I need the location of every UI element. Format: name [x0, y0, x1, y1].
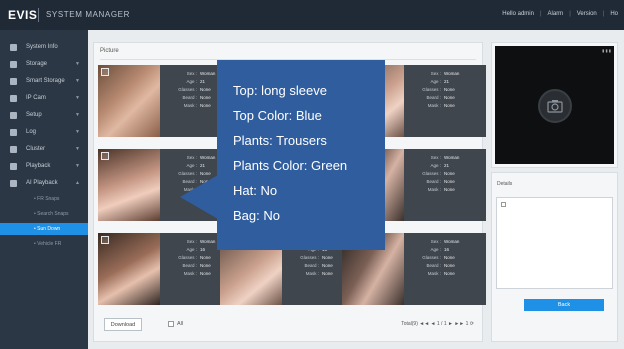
gear-icon: [10, 111, 17, 119]
sidebar-item-storage[interactable]: Storage ▼: [0, 57, 88, 71]
chevron-down-icon: ▼: [75, 129, 80, 135]
details-title: Details: [497, 181, 513, 187]
log-icon: [10, 128, 17, 136]
camera-icon: [538, 89, 572, 123]
callout-text: Top: long sleeve Top Color: Blue Plants:…: [233, 78, 347, 228]
attribute-list: Sex : Woman Age :21 Glasses : None Beard :…: [422, 155, 460, 192]
app-title: SYSTEM MANAGER: [46, 10, 130, 19]
sidebar-subitem-fr-snaps[interactable]: • FR Snaps: [0, 193, 88, 205]
sidebar-item-setup[interactable]: Setup ▼: [0, 108, 88, 122]
logo-divider: [38, 8, 39, 22]
app-window: EVIS SYSTEM MANAGER Hello admin | Alarm …: [0, 0, 624, 349]
card-checkbox[interactable]: [101, 68, 109, 76]
top-links: Hello admin | Alarm | Version | Ho: [502, 11, 618, 17]
chevron-down-icon: ▼: [75, 95, 80, 101]
callout-pants: Plants: Trousers: [233, 133, 327, 148]
info-icon: [10, 43, 17, 51]
home-link[interactable]: Ho: [610, 11, 618, 17]
video-controls[interactable]: ▮ ▮ ▮: [602, 48, 611, 53]
download-button[interactable]: Download: [104, 318, 142, 331]
chevron-up-icon: ▲: [75, 180, 80, 186]
sidebar-item-system-info[interactable]: System Info: [0, 40, 88, 54]
chevron-down-icon: ▼: [75, 163, 80, 169]
sidebar-subitem-search-snaps[interactable]: • Search Snaps: [0, 208, 88, 220]
panel-title: Picture: [100, 48, 119, 54]
ai-playback-icon: [10, 179, 17, 187]
user-menu-link[interactable]: Hello admin: [502, 11, 534, 17]
back-button[interactable]: Back: [524, 299, 604, 311]
sidebar-item-log[interactable]: Log ▼: [0, 125, 88, 139]
select-all-checkbox[interactable]: All: [168, 321, 183, 327]
callout-pointer: [180, 175, 218, 219]
playback-icon: [10, 162, 17, 170]
callout-bag: Bag: No: [233, 208, 280, 223]
video-preview-panel: ▮ ▮ ▮: [491, 42, 618, 168]
attribute-list: Sex : Woman Age :21 Glasses : None Beard :…: [422, 71, 460, 108]
callout-pants-color: Plants Color: Green: [233, 158, 348, 173]
chevron-down-icon: ▼: [75, 78, 80, 84]
cluster-icon: [10, 145, 17, 153]
chevron-down-icon: ▼: [75, 112, 80, 118]
attribute-callout: Top: long sleeve Top Color: Blue Plants:…: [217, 60, 385, 250]
sidebar-item-playback[interactable]: Playback ▼: [0, 159, 88, 173]
details-panel: Details Back: [491, 172, 618, 342]
checkbox-icon: [168, 321, 174, 327]
pagination[interactable]: Total(9) ◄◄ ◄ 1 / 1 ► ►► 1 ⟳: [401, 321, 474, 327]
sidebar-item-cluster[interactable]: Cluster ▼: [0, 142, 88, 156]
sidebar-item-smart-storage[interactable]: Smart Storage ▼: [0, 74, 88, 88]
callout-top-color: Top Color: Blue: [233, 108, 322, 123]
brand-logo: EVIS: [8, 8, 38, 22]
sidebar-subitem-vehicle-fr[interactable]: • Vehicle FR: [0, 238, 88, 250]
sidebar-item-ai-playback[interactable]: AI Playback ▲: [0, 176, 88, 190]
camera-icon: [10, 94, 17, 102]
details-checkbox[interactable]: [501, 202, 506, 207]
chevron-down-icon: ▼: [75, 61, 80, 67]
attribute-list: Sex :Woman Age :16 Glasses :None Beard :…: [422, 239, 460, 276]
smart-storage-icon: [10, 77, 17, 85]
video-viewport: ▮ ▮ ▮: [495, 46, 614, 164]
callout-top: Top: long sleeve: [233, 83, 327, 98]
top-bar: EVIS SYSTEM MANAGER Hello admin | Alarm …: [0, 0, 624, 30]
storage-icon: [10, 60, 17, 68]
chevron-down-icon: ▼: [75, 146, 80, 152]
card-checkbox[interactable]: [101, 236, 109, 244]
card-checkbox[interactable]: [101, 152, 109, 160]
alarm-link[interactable]: Alarm: [548, 11, 564, 17]
version-link[interactable]: Version: [577, 11, 597, 17]
sidebar-item-ip-cam[interactable]: IP Cam ▼: [0, 91, 88, 105]
sidebar-subitem-sun-down[interactable]: • Sun Down: [0, 223, 88, 235]
sidebar: System Info Storage ▼ Smart Storage ▼ IP…: [0, 30, 88, 349]
details-content: [496, 197, 613, 289]
callout-hat: Hat: No: [233, 183, 278, 198]
